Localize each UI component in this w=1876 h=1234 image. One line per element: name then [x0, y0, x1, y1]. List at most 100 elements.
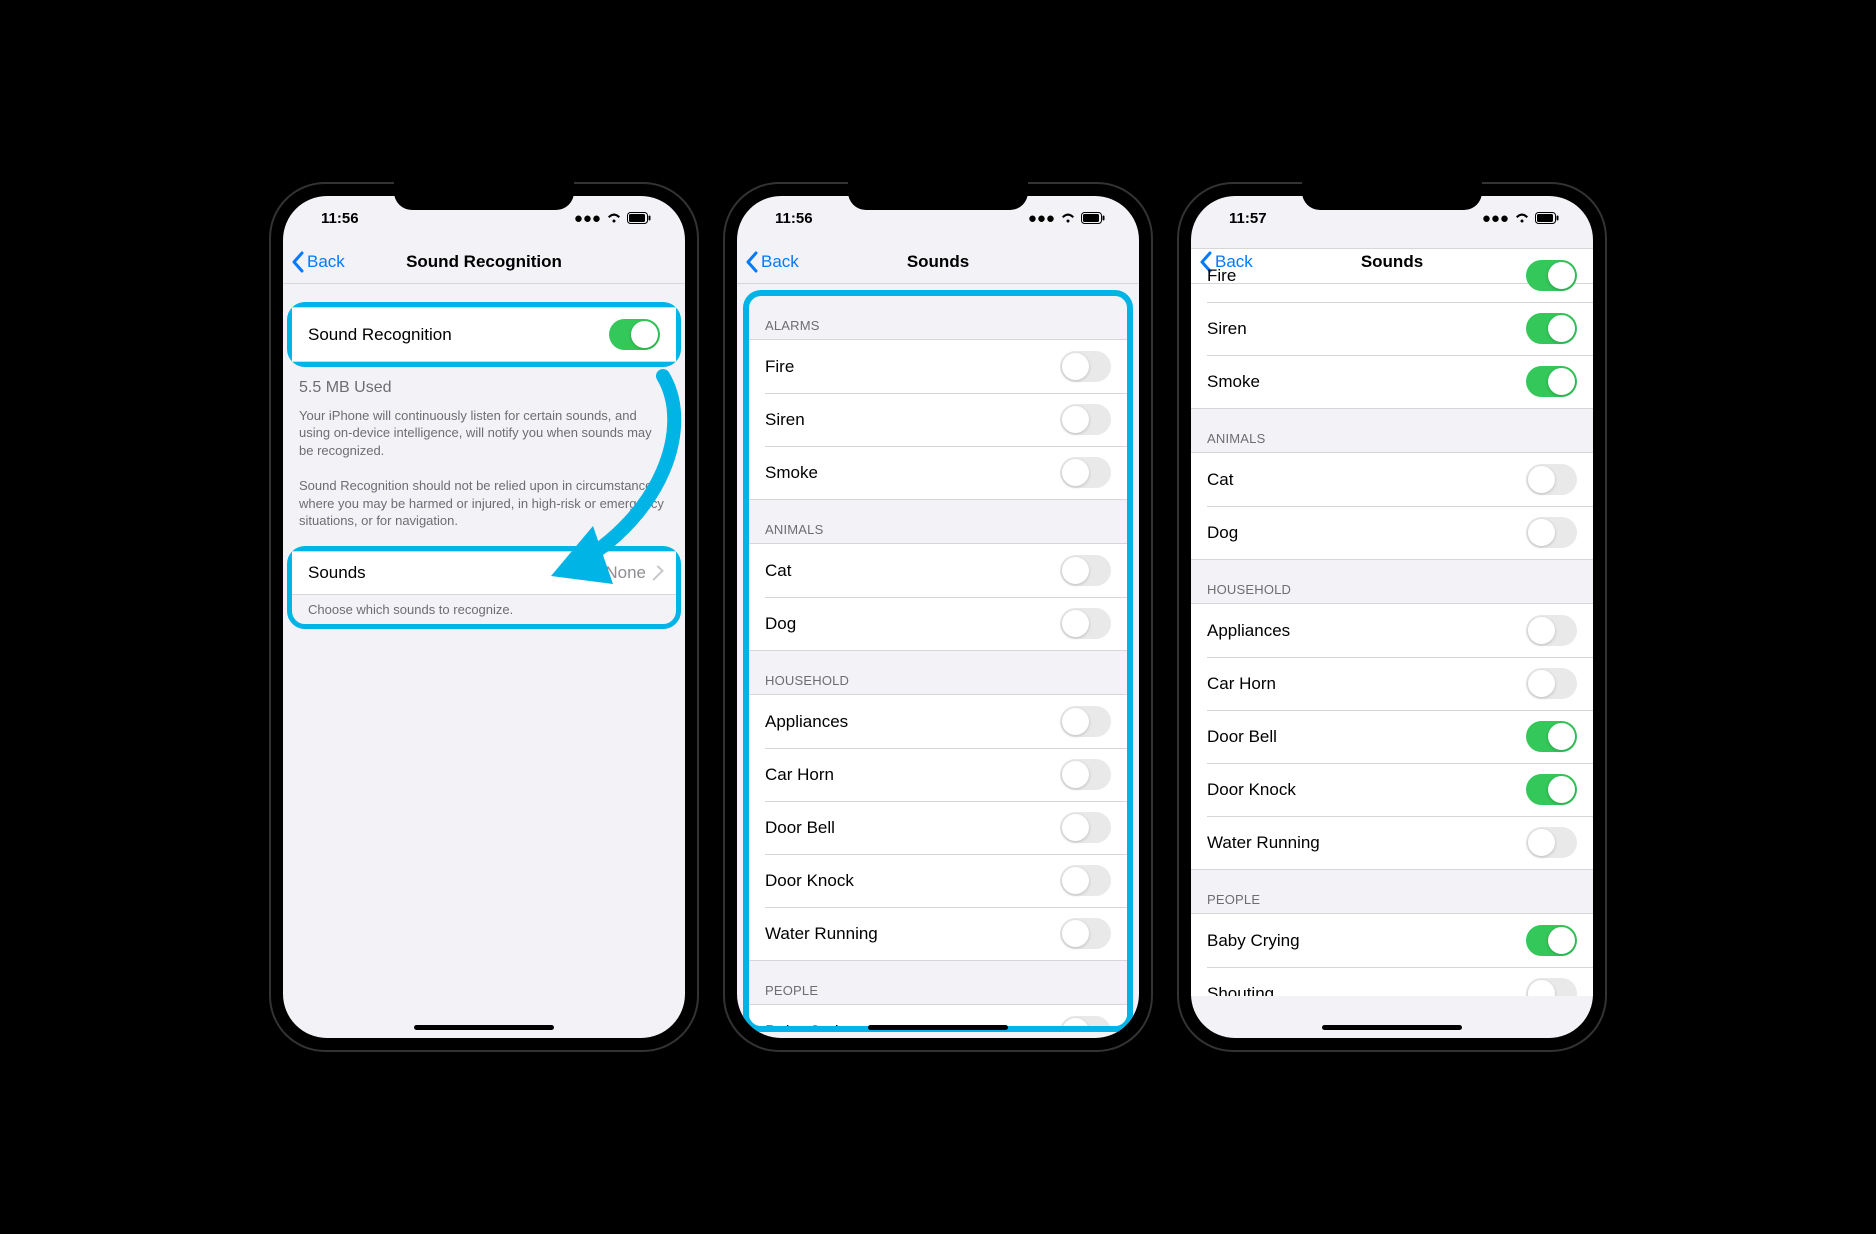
- toggle[interactable]: [1060, 1016, 1111, 1032]
- home-indicator[interactable]: [1322, 1025, 1462, 1030]
- toggle[interactable]: [1060, 555, 1111, 586]
- phone-mockup-3: 11:57 ●●● Back Sounds Fire Siren Smoke A…: [1177, 182, 1607, 1052]
- nav-bar: Back Sounds: [737, 240, 1139, 284]
- toggle[interactable]: [1526, 464, 1577, 495]
- sounds-footer: Choose which sounds to recognize.: [292, 595, 676, 619]
- toggle[interactable]: [1526, 721, 1577, 752]
- row-smoke[interactable]: Smoke: [1191, 355, 1593, 408]
- toggle[interactable]: [1526, 774, 1577, 805]
- highlight-sounds-row: Sounds None Choose which sounds to recog…: [287, 546, 681, 630]
- status-right: ●●●: [1028, 210, 1111, 227]
- screen-1: 11:56 ●●● Back Sound Recognition Sound R…: [283, 196, 685, 1038]
- wifi-icon: [1060, 212, 1076, 224]
- row-cat[interactable]: Cat: [749, 544, 1127, 597]
- cell-label: Sounds: [308, 563, 366, 583]
- row-dog[interactable]: Dog: [1191, 506, 1593, 559]
- chevron-right-icon: [648, 565, 664, 581]
- toggle[interactable]: [1060, 759, 1111, 790]
- section-header-alarms: ALARMS: [749, 296, 1127, 339]
- toggle[interactable]: [1060, 351, 1111, 382]
- row-door-bell[interactable]: Door Bell: [749, 801, 1127, 854]
- toggle[interactable]: [1526, 668, 1577, 699]
- battery-icon: [627, 212, 651, 224]
- row-siren[interactable]: Siren: [749, 393, 1127, 446]
- toggle[interactable]: [1060, 918, 1111, 949]
- screen-3: 11:57 ●●● Back Sounds Fire Siren Smoke A…: [1191, 196, 1593, 1038]
- toggle-sound-recognition[interactable]: [609, 319, 660, 350]
- signal-icon: ●●●: [1028, 210, 1055, 227]
- back-button[interactable]: Back: [291, 251, 345, 273]
- row-door-bell[interactable]: Door Bell: [1191, 710, 1593, 763]
- highlight-main-toggle: Sound Recognition: [287, 302, 681, 367]
- toggle[interactable]: [1526, 615, 1577, 646]
- cell-label: Sound Recognition: [308, 325, 452, 345]
- desc-1: Your iPhone will continuously listen for…: [283, 399, 685, 460]
- status-bar: 11:56 ●●●: [283, 196, 685, 240]
- back-label: Back: [761, 252, 799, 272]
- home-indicator[interactable]: [868, 1025, 1008, 1030]
- back-button[interactable]: Back: [745, 251, 799, 273]
- status-bar: 11:56 ●●●: [737, 196, 1139, 240]
- battery-icon: [1535, 212, 1559, 224]
- section-header-household: HOUSEHOLD: [1191, 560, 1593, 603]
- toggle[interactable]: [1060, 865, 1111, 896]
- section-header-animals: ANIMALS: [749, 500, 1127, 543]
- toggle[interactable]: [1526, 827, 1577, 858]
- row-water-running[interactable]: Water Running: [1191, 816, 1593, 869]
- sounds-value: None: [605, 563, 646, 583]
- toggle[interactable]: [1060, 706, 1111, 737]
- toggle[interactable]: [1060, 812, 1111, 843]
- chevron-left-icon: [745, 251, 759, 273]
- toggle[interactable]: [1526, 517, 1577, 548]
- sound-recognition-row[interactable]: Sound Recognition: [292, 308, 676, 361]
- row-appliances[interactable]: Appliances: [749, 695, 1127, 748]
- status-time: 11:56: [313, 210, 359, 227]
- phone-mockup-2: 11:56 ●●● Back Sounds ALARMS Fire Siren …: [723, 182, 1153, 1052]
- toggle[interactable]: [1526, 366, 1577, 397]
- row-siren[interactable]: Siren: [1191, 302, 1593, 355]
- section-header-people: PEOPLE: [1191, 870, 1593, 913]
- row-smoke[interactable]: Smoke: [749, 446, 1127, 499]
- toggle[interactable]: [1060, 457, 1111, 488]
- toggle[interactable]: [1060, 404, 1111, 435]
- home-indicator[interactable]: [414, 1025, 554, 1030]
- nav-bar: Back Sound Recognition: [283, 240, 685, 284]
- wifi-icon: [606, 212, 622, 224]
- status-right: ●●●: [574, 210, 657, 227]
- section-header-animals: ANIMALS: [1191, 409, 1593, 452]
- status-time: 11:56: [767, 210, 813, 227]
- row-water-running[interactable]: Water Running: [749, 907, 1127, 960]
- row-fire[interactable]: Fire: [1191, 249, 1593, 302]
- toggle[interactable]: [1526, 260, 1577, 291]
- row-shouting[interactable]: Shouting: [1191, 967, 1593, 996]
- signal-icon: ●●●: [574, 210, 601, 227]
- row-fire[interactable]: Fire: [749, 340, 1127, 393]
- chevron-left-icon: [291, 251, 305, 273]
- status-time: 11:57: [1221, 210, 1267, 227]
- row-cat[interactable]: Cat: [1191, 453, 1593, 506]
- sounds-row[interactable]: Sounds None: [292, 552, 676, 594]
- row-door-knock[interactable]: Door Knock: [1191, 763, 1593, 816]
- phone-mockup-1: 11:56 ●●● Back Sound Recognition Sound R…: [269, 182, 699, 1052]
- toggle[interactable]: [1060, 608, 1111, 639]
- status-right: ●●●: [1482, 210, 1565, 227]
- row-appliances[interactable]: Appliances: [1191, 604, 1593, 657]
- toggle[interactable]: [1526, 313, 1577, 344]
- toggle[interactable]: [1526, 925, 1577, 956]
- row-door-knock[interactable]: Door Knock: [749, 854, 1127, 907]
- row-car-horn[interactable]: Car Horn: [1191, 657, 1593, 710]
- storage-footer: 5.5 MB Used: [283, 365, 685, 399]
- highlight-sounds-list: ALARMS Fire Siren Smoke ANIMALS Cat Dog …: [743, 290, 1133, 1032]
- back-label: Back: [307, 252, 345, 272]
- desc-2: Sound Recognition should not be relied u…: [283, 469, 685, 530]
- battery-icon: [1081, 212, 1105, 224]
- toggle[interactable]: [1526, 978, 1577, 996]
- row-dog[interactable]: Dog: [749, 597, 1127, 650]
- row-baby-crying[interactable]: Baby Crying: [1191, 914, 1593, 967]
- wifi-icon: [1514, 212, 1530, 224]
- signal-icon: ●●●: [1482, 210, 1509, 227]
- row-car-horn[interactable]: Car Horn: [749, 748, 1127, 801]
- section-header-people: PEOPLE: [749, 961, 1127, 1004]
- section-header-household: HOUSEHOLD: [749, 651, 1127, 694]
- screen-2: 11:56 ●●● Back Sounds ALARMS Fire Siren …: [737, 196, 1139, 1038]
